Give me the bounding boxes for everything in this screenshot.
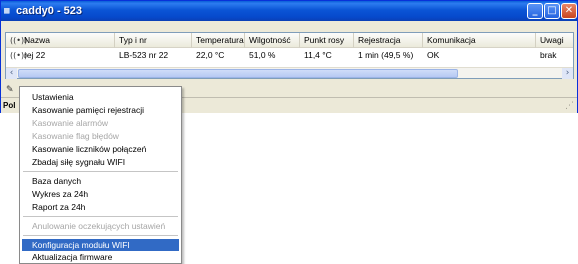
menu-item-kasowanie-pamieci[interactable]: Kasowanie pamięci rejestracji xyxy=(22,104,179,116)
column-header-punkt-rosy[interactable]: Punkt rosy xyxy=(300,33,354,48)
menu-item-konfiguracja-wifi[interactable]: Konfiguracja modułu WIFI xyxy=(22,239,179,251)
scroll-right-button[interactable]: › xyxy=(562,68,573,79)
column-header-nazwa[interactable]: ((•))Nazwa xyxy=(6,33,115,48)
menu-item-ustawienia[interactable]: Ustawienia xyxy=(22,91,179,103)
cell-wilgotnosc: 51,0 % xyxy=(249,50,276,60)
minimize-button[interactable]: _ xyxy=(527,3,543,19)
resize-grip-icon[interactable]: ⋰ xyxy=(565,101,575,111)
status-text: Pol xyxy=(3,101,16,110)
menu-item-baza-danych[interactable]: Baza danych xyxy=(22,175,179,187)
wifi-signal-icon: ((•)) xyxy=(10,36,28,45)
maximize-button[interactable]: □ xyxy=(544,3,560,19)
window-title: caddy0 - 523 xyxy=(16,5,83,17)
menu-item-wykres[interactable]: Wykres za 24h xyxy=(22,188,179,200)
column-header-rejestracja[interactable]: Rejestracja xyxy=(354,33,423,48)
menu-item-kasowanie-licznikow[interactable]: Kasowanie liczników połączeń xyxy=(22,143,179,155)
list-header: ((•))Nazwa Typ i nr Temperatura Wilgotno… xyxy=(6,33,573,48)
cell-uwagi: brak xyxy=(540,50,557,60)
menu-separator xyxy=(23,216,178,217)
menu-item-aktualizacja-firmware[interactable]: Aktualizacja firmware xyxy=(22,251,179,263)
close-button[interactable]: ✕ xyxy=(561,3,577,19)
app-grid-icon[interactable]: ▦ xyxy=(4,6,14,16)
menu-item-anulowanie: Anulowanie oczekujących ustawień xyxy=(32,221,166,231)
cell-komunikacja: OK xyxy=(427,50,440,60)
scroll-thumb[interactable] xyxy=(18,69,458,78)
menu-item-raport[interactable]: Raport za 24h xyxy=(22,201,179,213)
menu-item-sygnal-wifi[interactable]: Zbadaj siłę sygnału WIFI xyxy=(22,156,179,168)
cell-rejestracja: 1 min (49,5 %) xyxy=(358,50,414,60)
menu-separator xyxy=(23,171,178,172)
cell-temperatura: 22,0 °C xyxy=(196,50,225,60)
cell-punkt-rosy: 11,4 °C xyxy=(304,50,332,60)
wifi-signal-icon: ((•)) xyxy=(10,51,28,60)
cell-typ: LB-523 nr 22 xyxy=(119,50,169,60)
table-row[interactable]: ((•))rej 22 LB-523 nr 22 22,0 °C 51,0 % … xyxy=(6,49,573,62)
context-menu: Ustawienia Kasowanie pamięci rejestracji… xyxy=(19,86,182,264)
toolbar-tool-icon[interactable]: ✎ xyxy=(6,85,16,95)
horizontal-scrollbar[interactable]: ‹ › xyxy=(6,67,573,79)
cell-nazwa: ((•))rej 22 xyxy=(10,50,46,60)
column-header-komunikacja[interactable]: Komunikacja xyxy=(423,33,536,48)
column-header-typ[interactable]: Typ i nr xyxy=(115,33,192,48)
menu-item-kasowanie-flag: Kasowanie flag błędów xyxy=(32,131,119,141)
menu-separator xyxy=(23,235,178,236)
menu-item-kasowanie-alarmow: Kasowanie alarmów xyxy=(32,118,109,128)
column-header-temperatura[interactable]: Temperatura xyxy=(192,33,245,48)
column-header-wilgotnosc[interactable]: Wilgotność xyxy=(245,33,300,48)
column-header-uwagi[interactable]: Uwagi xyxy=(536,33,573,48)
scroll-left-button[interactable]: ‹ xyxy=(6,68,17,79)
device-list[interactable]: ((•))Nazwa Typ i nr Temperatura Wilgotno… xyxy=(5,32,574,79)
title-bar[interactable]: ▦ caddy0 - 523 _ □ ✕ xyxy=(1,1,577,21)
